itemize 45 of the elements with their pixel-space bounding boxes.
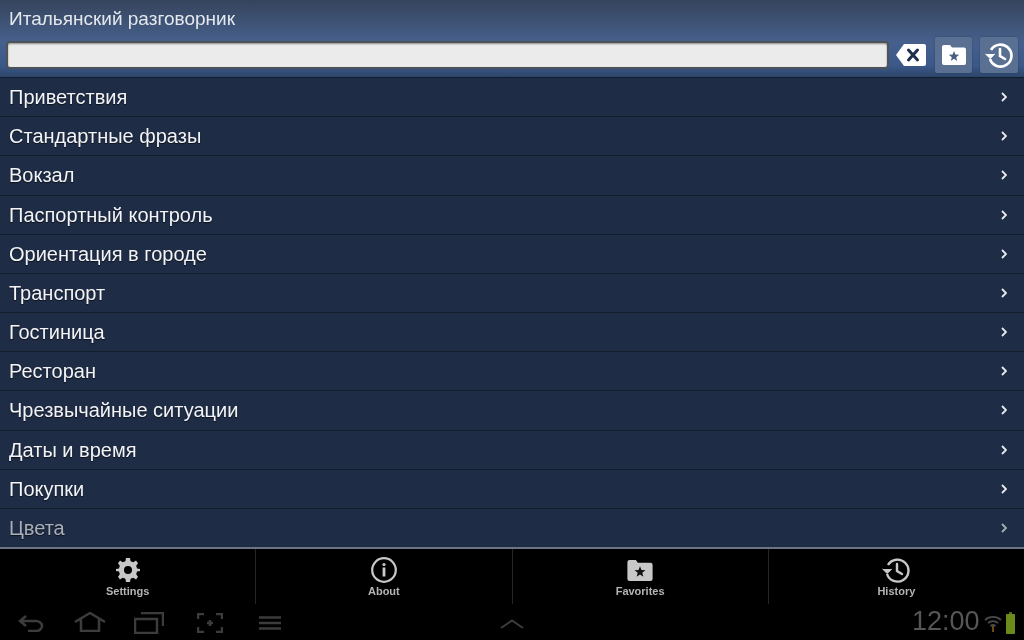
app-title: Итальянский разговорник <box>9 9 235 28</box>
chevron-right-icon <box>1001 405 1007 416</box>
category-label: Транспорт <box>9 282 106 303</box>
back-icon[interactable] <box>18 614 44 632</box>
chevron-right-icon <box>1001 170 1007 181</box>
category-label: Приветствия <box>9 87 128 108</box>
settings-icon <box>115 558 140 582</box>
search-field[interactable] <box>6 41 890 69</box>
bottom-tab[interactable]: Settings <box>0 549 256 604</box>
clock: 12:00 <box>912 608 980 635</box>
category-label: Паспортный контроль <box>9 204 213 225</box>
category-label: Чрезвычайные ситуации <box>9 400 239 421</box>
chevron-right-icon <box>1001 131 1007 142</box>
home-icon[interactable] <box>74 612 106 632</box>
history-icon <box>882 557 911 583</box>
info-icon <box>370 557 397 583</box>
chevron-right-icon <box>1001 209 1007 220</box>
screenshot-icon[interactable] <box>197 613 223 633</box>
battery-icon <box>1006 612 1015 634</box>
favorites-button[interactable] <box>935 37 973 73</box>
folder-star-icon <box>627 559 654 581</box>
chevron-right-icon <box>1001 327 1007 338</box>
wifi-icon <box>984 614 1002 632</box>
chevron-right-icon <box>1001 248 1007 259</box>
menu-icon[interactable] <box>259 616 281 630</box>
chevron-right-icon <box>1001 444 1007 455</box>
category-label: Даты и время <box>9 439 137 460</box>
chevron-right-icon <box>1001 92 1007 103</box>
backspace-icon <box>895 43 928 67</box>
chevron-right-icon <box>1001 522 1007 533</box>
category-label: Покупки <box>9 478 85 499</box>
category-label: Стандартные фразы <box>9 126 202 147</box>
category-label: Ориентация в городе <box>9 243 207 264</box>
chevron-right-icon <box>1001 366 1007 377</box>
chevron-right-icon <box>1001 287 1007 298</box>
chevron-right-icon <box>1001 483 1007 494</box>
category-label: Вокзал <box>9 165 75 186</box>
category-label: Ресторан <box>9 361 96 382</box>
recent-apps-icon[interactable] <box>134 612 164 634</box>
chevron-up-icon[interactable] <box>500 619 524 629</box>
folder-star-icon <box>941 45 966 65</box>
history-button[interactable] <box>980 37 1018 73</box>
category-label: Гостиница <box>9 322 105 343</box>
history-icon <box>985 42 1014 68</box>
category-label: Цвета <box>9 517 65 538</box>
